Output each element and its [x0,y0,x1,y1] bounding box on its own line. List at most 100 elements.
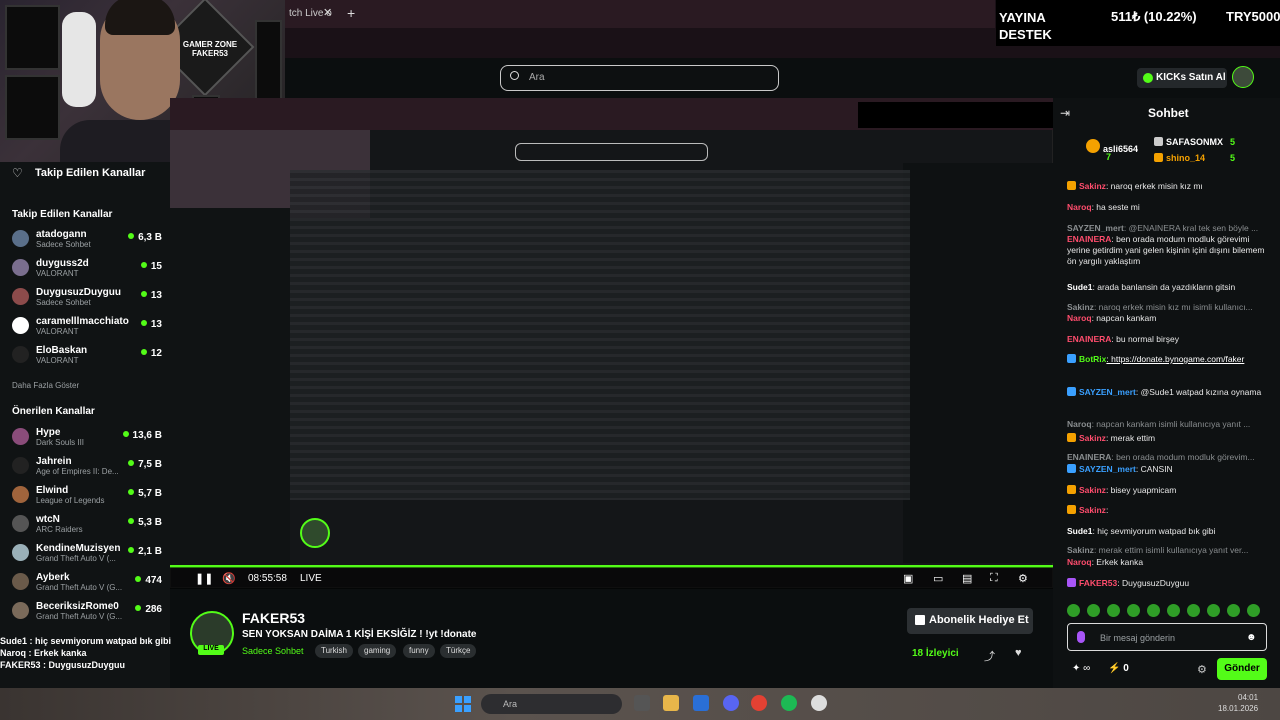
chat-username[interactable]: ENAINERA [1067,334,1111,344]
spotify-icon[interactable] [781,695,797,711]
emote-icon[interactable] [1167,604,1180,617]
volume-icon[interactable]: 🔇 [222,572,236,585]
emote-icon[interactable] [1207,604,1220,617]
store-icon[interactable] [693,695,709,711]
sidebar-channel[interactable]: KendineMuzisyen Grand Theft Auto V (... 2,… [12,543,162,565]
chat-username[interactable]: SAYZEN_mert [1079,464,1136,474]
chat-username[interactable]: Naroq [1067,557,1092,567]
fullscreen-icon[interactable]: ⛶ [990,572,998,585]
emote-icon[interactable] [1227,604,1240,617]
overlay-chat-line: FAKER53 : DuygusuzDuyguu [0,659,200,671]
chat-text: : arada banlansin da yazdıkların gitsin [1092,282,1236,292]
sidebar-channel[interactable]: wtcN ARC Raiders 5,3 B [12,514,162,536]
chat-text: : naroq erkek misin kız mı isimli kullan… [1093,302,1253,312]
chat-username[interactable]: Naroq [1067,313,1092,323]
pip-icon[interactable]: ▣ [903,572,913,585]
stream-category[interactable]: Sadece Sohbet [242,646,304,656]
browser-tab[interactable]: tch Live o [285,2,345,26]
chat-username[interactable]: Sakinz [1067,545,1094,555]
sidebar-channel[interactable]: Ayberk Grand Theft Auto V (G... 474 [12,572,162,594]
mic-icon[interactable] [1077,631,1085,643]
settings-icon[interactable]: ⚙ [1018,572,1028,585]
emote-icon[interactable] [1247,604,1260,617]
chat-username[interactable]: ENAINERA [1067,234,1111,244]
chat-username[interactable]: Sakinz [1079,433,1106,443]
sidebar-channel[interactable]: BeceriksizRome0 Grand Theft Auto V (G... 2… [12,601,162,623]
send-button[interactable]: Gönder [1217,658,1267,680]
chat-username[interactable]: Sakinz [1079,181,1106,191]
sidebar-channel[interactable]: Jahrein Age of Empires II: De... 7,5 B [12,456,162,478]
chat-username[interactable]: FAKER53 [1079,578,1117,588]
task-view-icon[interactable] [634,695,650,711]
stream-tag[interactable]: Turkish [315,644,353,658]
chat-username[interactable]: Sakinz [1079,485,1106,495]
gamer-zone-text: GAMER ZONE FAKER53 [182,40,238,58]
emoji-icon[interactable]: ☻ [1246,632,1257,643]
channel-avatar [12,544,29,561]
chat-username[interactable]: SAYZEN_mert [1079,387,1136,397]
chat-username[interactable]: Sakinz [1067,302,1094,312]
sidebar-channel[interactable]: Elwind League of Legends 5,7 B [12,485,162,507]
top-gifter-2: SAFASONMX [1154,137,1223,147]
search-input[interactable]: Ara [500,65,779,91]
chat-username[interactable]: SAYZEN_mert [1067,223,1124,233]
chrome-icon[interactable] [751,695,767,711]
chat-settings-icon[interactable]: ⚙ [1197,663,1207,676]
viewer-count: 13 [141,290,162,301]
stream-title: SEN YOKSAN DAİMA 1 KİŞİ EKSİĞİZ ! !yt !d… [242,629,477,640]
tab-close-icon[interactable]: ✕ [323,6,332,19]
pause-icon[interactable]: ❚❚ [195,572,213,585]
emote-icon[interactable] [1187,604,1200,617]
sidebar-channel[interactable]: caramelllmacchiato VALORANT 13 [12,316,162,338]
chat-username[interactable]: BotRix [1079,354,1106,364]
theater-icon[interactable]: ▭ [933,572,943,585]
headset [62,12,96,107]
top-gifter-1: asli6564 [1086,139,1138,154]
streamer-name[interactable]: FAKER53 [242,610,305,626]
chat-message: Naroq: Erkek kanka [1067,557,1272,568]
cinema-icon[interactable]: ▤ [962,572,972,585]
new-tab-icon[interactable]: + [347,5,355,21]
sidebar-channel[interactable]: DuygusuzDuyguu Sadece Sohbet 13 [12,287,162,309]
emote-icon[interactable] [1087,604,1100,617]
sidebar-channel[interactable]: EloBaskan VALORANT 12 [12,345,162,367]
app-icon[interactable] [811,695,827,711]
chat-username[interactable]: Sude1 [1067,282,1093,292]
chat-text: : hiç sevmiyorum watpad bık gibi [1092,526,1216,536]
chat-badge-icon [1067,485,1076,494]
follow-icon[interactable]: ♥ [1015,647,1022,659]
stream-tag[interactable]: Türkçe [440,644,477,658]
viewer-count: 2,1 B [128,546,162,557]
sidebar-channel[interactable]: Hype Dark Souls III 13,6 B [12,427,162,449]
chat-username[interactable]: ENAINERA [1067,452,1111,462]
emote-icon[interactable] [1147,604,1160,617]
user-avatar[interactable] [1232,66,1254,88]
points-display[interactable]: ✦ ∞ [1072,663,1090,674]
show-more-link[interactable]: Daha Fazla Göster [12,381,79,390]
file-explorer-icon[interactable] [663,695,679,711]
emote-icon[interactable] [1127,604,1140,617]
sidebar-channel[interactable]: atadogann Sadece Sohbet 6,3 B [12,229,162,251]
share-icon[interactable]: ⤴ [984,648,995,664]
crown-icon [1086,139,1100,153]
chat-input[interactable]: Bir mesaj gönderin [1067,623,1267,651]
chat-username[interactable]: Sude1 [1067,526,1093,536]
stream-tag[interactable]: funny [403,644,435,658]
emote-icon[interactable] [1067,604,1080,617]
chat-username[interactable]: Naroq [1067,202,1092,212]
discord-icon[interactable] [723,695,739,711]
taskbar-search[interactable]: Ara [481,694,622,714]
channel-avatar [12,486,29,503]
gift-subscription-button[interactable]: Abonelik Hediye Et [907,608,1033,634]
sidebar-channel[interactable]: duyguss2d VALORANT 15 [12,258,162,280]
chat-username[interactable]: Naroq [1067,419,1092,429]
recursive-donation [858,102,1053,128]
sidebar-heading: Takip Edilen Kanallar [35,167,146,179]
viewer-count: 286 [135,604,162,615]
emote-icon[interactable] [1107,604,1120,617]
chat-username[interactable]: Sakinz [1079,505,1106,515]
collapse-chat-icon[interactable]: ⇥ [1060,106,1070,120]
windows-start-icon[interactable] [455,696,471,712]
stream-tag[interactable]: gaming [358,644,397,658]
chat-text: : https://donate.bynogame.com/faker [1106,354,1245,364]
